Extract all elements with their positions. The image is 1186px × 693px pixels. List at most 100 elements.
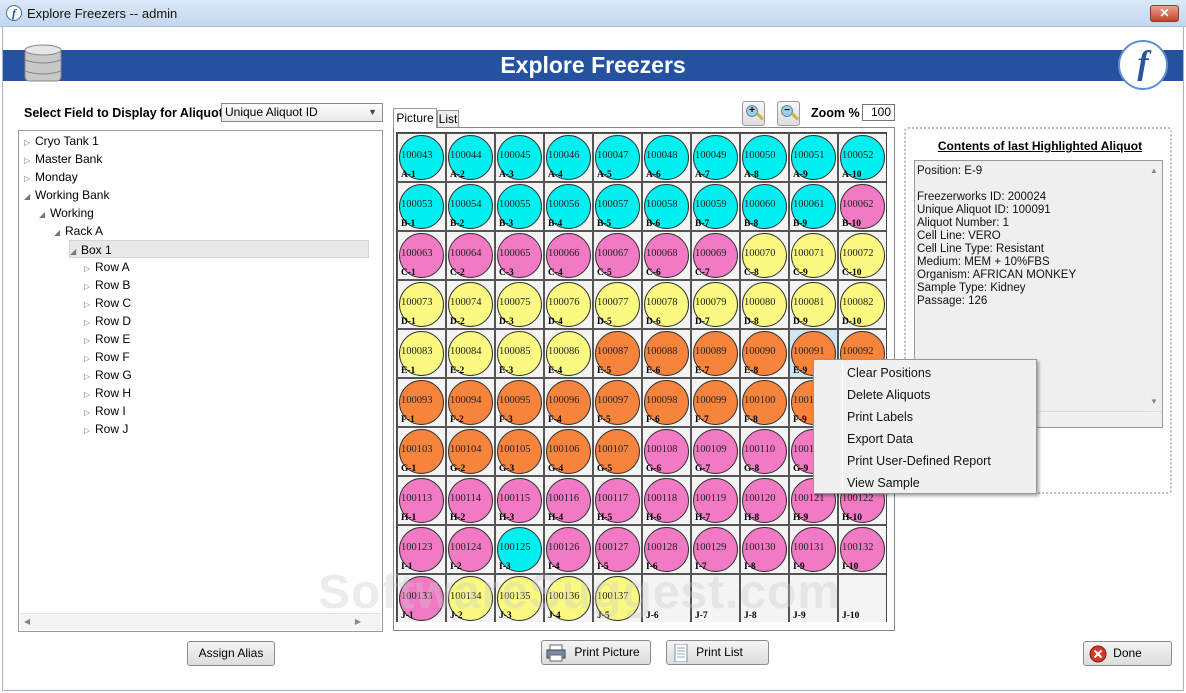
grid-cell-A-10[interactable]: 100052 A-10 bbox=[839, 134, 886, 181]
grid-cell-J-6[interactable]: J-6 bbox=[643, 575, 690, 622]
grid-cell-A-3[interactable]: 100045 A-3 bbox=[496, 134, 543, 181]
grid-cell-F-1[interactable]: 100093 F-1 bbox=[398, 379, 445, 426]
grid-cell-C-7[interactable]: 100069 C-7 bbox=[692, 232, 739, 279]
grid-cell-A-9[interactable]: 100051 A-9 bbox=[790, 134, 837, 181]
grid-cell-D-10[interactable]: 100082 D-10 bbox=[839, 281, 886, 328]
grid-cell-E-5[interactable]: 100087 E-5 bbox=[594, 330, 641, 377]
menu-item[interactable]: View Sample bbox=[847, 472, 920, 494]
tree-node[interactable]: ◢ Working bbox=[39, 204, 94, 222]
tree-horizontal-scrollbar[interactable]: ◀ ▶ bbox=[20, 613, 381, 630]
grid-cell-I-10[interactable]: 100132 I-10 bbox=[839, 526, 886, 573]
expanded-arrow-icon[interactable]: ◢ bbox=[54, 224, 65, 242]
grid-cell-C-10[interactable]: 100072 C-10 bbox=[839, 232, 886, 279]
grid-cell-I-3[interactable]: 100125 I-3 bbox=[496, 526, 543, 573]
grid-cell-F-8[interactable]: 100100 F-8 bbox=[741, 379, 788, 426]
done-button[interactable]: Done bbox=[1083, 641, 1172, 666]
grid-cell-A-8[interactable]: 100050 A-8 bbox=[741, 134, 788, 181]
grid-cell-D-8[interactable]: 100080 D-8 bbox=[741, 281, 788, 328]
grid-cell-B-3[interactable]: 100055 B-3 bbox=[496, 183, 543, 230]
grid-cell-J-4[interactable]: 100136 J-4 bbox=[545, 575, 592, 622]
grid-cell-D-5[interactable]: 100077 D-5 bbox=[594, 281, 641, 328]
grid-cell-E-2[interactable]: 100084 E-2 bbox=[447, 330, 494, 377]
print-picture-button[interactable]: Print Picture bbox=[541, 640, 651, 665]
grid-cell-A-2[interactable]: 100044 A-2 bbox=[447, 134, 494, 181]
grid-cell-H-1[interactable]: 100113 H-1 bbox=[398, 477, 445, 524]
grid-cell-E-6[interactable]: 100088 E-6 bbox=[643, 330, 690, 377]
grid-cell-A-4[interactable]: 100046 A-4 bbox=[545, 134, 592, 181]
grid-cell-C-2[interactable]: 100064 C-2 bbox=[447, 232, 494, 279]
grid-cell-J-10[interactable]: J-10 bbox=[839, 575, 886, 622]
grid-cell-D-7[interactable]: 100079 D-7 bbox=[692, 281, 739, 328]
menu-item[interactable]: Delete Aliquots bbox=[847, 384, 930, 406]
grid-cell-I-5[interactable]: 100127 I-5 bbox=[594, 526, 641, 573]
grid-cell-F-3[interactable]: 100095 F-3 bbox=[496, 379, 543, 426]
grid-cell-G-4[interactable]: 100106 G-4 bbox=[545, 428, 592, 475]
menu-item[interactable]: Clear Positions bbox=[847, 362, 931, 384]
grid-cell-H-2[interactable]: 100114 H-2 bbox=[447, 477, 494, 524]
grid-cell-C-8[interactable]: 100070 C-8 bbox=[741, 232, 788, 279]
grid-cell-A-7[interactable]: 100049 A-7 bbox=[692, 134, 739, 181]
tree-node[interactable]: ▷ Monday bbox=[24, 168, 78, 186]
grid-cell-B-8[interactable]: 100060 B-8 bbox=[741, 183, 788, 230]
grid-cell-F-2[interactable]: 100094 F-2 bbox=[447, 379, 494, 426]
grid-cell-G-3[interactable]: 100105 G-3 bbox=[496, 428, 543, 475]
grid-cell-B-6[interactable]: 100058 B-6 bbox=[643, 183, 690, 230]
grid-cell-E-8[interactable]: 100090 E-8 bbox=[741, 330, 788, 377]
expanded-arrow-icon[interactable]: ◢ bbox=[39, 206, 50, 224]
grid-cell-C-1[interactable]: 100063 C-1 bbox=[398, 232, 445, 279]
grid-cell-F-4[interactable]: 100096 F-4 bbox=[545, 379, 592, 426]
grid-cell-D-4[interactable]: 100076 D-4 bbox=[545, 281, 592, 328]
grid-cell-B-7[interactable]: 100059 B-7 bbox=[692, 183, 739, 230]
grid-cell-I-7[interactable]: 100129 I-7 bbox=[692, 526, 739, 573]
zoom-out-button[interactable]: − bbox=[777, 101, 800, 126]
grid-cell-J-8[interactable]: J-8 bbox=[741, 575, 788, 622]
scroll-right-icon[interactable]: ▶ bbox=[355, 617, 361, 626]
grid-cell-G-7[interactable]: 100109 G-7 bbox=[692, 428, 739, 475]
grid-cell-G-8[interactable]: 100110 G-8 bbox=[741, 428, 788, 475]
expanded-arrow-icon[interactable]: ◢ bbox=[70, 243, 81, 261]
grid-cell-F-7[interactable]: 100099 F-7 bbox=[692, 379, 739, 426]
grid-cell-A-6[interactable]: 100048 A-6 bbox=[643, 134, 690, 181]
grid-cell-A-1[interactable]: 100043 A-1 bbox=[398, 134, 445, 181]
grid-cell-A-5[interactable]: 100047 A-5 bbox=[594, 134, 641, 181]
scroll-up-icon[interactable]: ▲ bbox=[1150, 166, 1158, 175]
grid-cell-G-2[interactable]: 100104 G-2 bbox=[447, 428, 494, 475]
grid-cell-B-5[interactable]: 100057 B-5 bbox=[594, 183, 641, 230]
grid-cell-J-9[interactable]: J-9 bbox=[790, 575, 837, 622]
grid-cell-I-2[interactable]: 100124 I-2 bbox=[447, 526, 494, 573]
tree-node[interactable]: ◢ Box 1 bbox=[69, 240, 369, 258]
tree-node[interactable]: ▷ Row I bbox=[84, 402, 126, 420]
grid-cell-B-9[interactable]: 100061 B-9 bbox=[790, 183, 837, 230]
menu-item[interactable]: Print Labels bbox=[847, 406, 913, 428]
menu-item[interactable]: Print User-Defined Report bbox=[847, 450, 991, 472]
grid-cell-B-1[interactable]: 100053 B-1 bbox=[398, 183, 445, 230]
tree-node[interactable]: ▷ Row J bbox=[84, 420, 128, 438]
grid-cell-I-9[interactable]: 100131 I-9 bbox=[790, 526, 837, 573]
tree-node[interactable]: ▷ Row C bbox=[84, 294, 131, 312]
tree-node[interactable]: ◢ Rack A bbox=[54, 222, 103, 240]
grid-cell-I-6[interactable]: 100128 I-6 bbox=[643, 526, 690, 573]
grid-cell-G-6[interactable]: 100108 G-6 bbox=[643, 428, 690, 475]
grid-cell-J-3[interactable]: 100135 J-3 bbox=[496, 575, 543, 622]
assign-alias-button[interactable]: Assign Alias bbox=[187, 641, 275, 666]
zoom-input[interactable]: 100 bbox=[862, 104, 895, 121]
grid-cell-B-4[interactable]: 100056 B-4 bbox=[545, 183, 592, 230]
tab-picture[interactable]: Picture bbox=[393, 108, 437, 128]
grid-cell-J-5[interactable]: 100137 J-5 bbox=[594, 575, 641, 622]
grid-cell-D-2[interactable]: 100074 D-2 bbox=[447, 281, 494, 328]
tree-node[interactable]: ▷ Row E bbox=[84, 330, 130, 348]
grid-cell-H-3[interactable]: 100115 H-3 bbox=[496, 477, 543, 524]
grid-cell-J-1[interactable]: 100133 J-1 bbox=[398, 575, 445, 622]
grid-cell-C-6[interactable]: 100068 C-6 bbox=[643, 232, 690, 279]
print-list-button[interactable]: Print List bbox=[666, 640, 769, 665]
tree-node[interactable]: ▷ Master Bank bbox=[24, 150, 102, 168]
grid-cell-E-7[interactable]: 100089 E-7 bbox=[692, 330, 739, 377]
tree-node[interactable]: ▷ Row G bbox=[84, 366, 132, 384]
grid-cell-D-6[interactable]: 100078 D-6 bbox=[643, 281, 690, 328]
tree-node[interactable]: ▷ Row B bbox=[84, 276, 130, 294]
grid-cell-C-4[interactable]: 100066 C-4 bbox=[545, 232, 592, 279]
grid-cell-H-6[interactable]: 100118 H-6 bbox=[643, 477, 690, 524]
tree-node[interactable]: ◢ Working Bank bbox=[24, 186, 109, 204]
expanded-arrow-icon[interactable]: ◢ bbox=[24, 188, 35, 206]
tree-node[interactable]: ▷ Row D bbox=[84, 312, 131, 330]
